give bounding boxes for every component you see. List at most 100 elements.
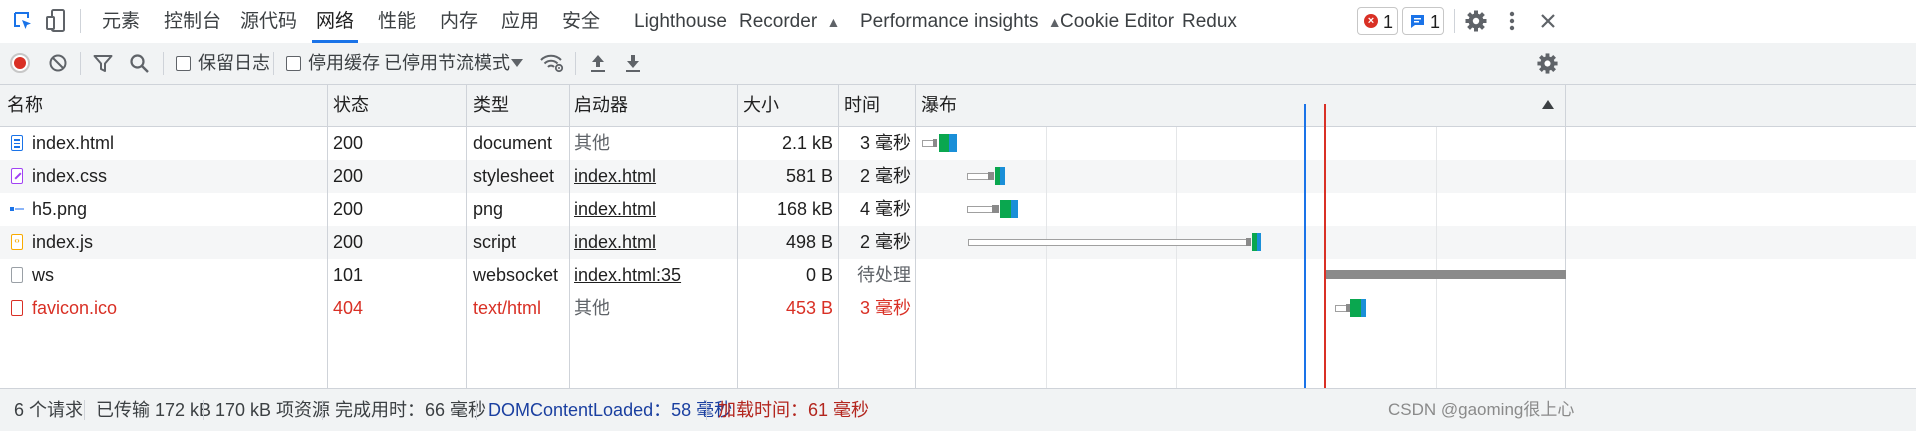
clear-icon[interactable]	[48, 53, 68, 73]
export-har-icon[interactable]	[624, 52, 642, 74]
request-table-header: 名称 状态 类型 启动器 大小 时间 瀑布	[0, 85, 1916, 127]
column-header-waterfall[interactable]: 瀑布	[921, 85, 957, 126]
tab-application[interactable]: 应用	[501, 0, 539, 43]
tab-performance-insights-label: Performance insights	[860, 11, 1039, 32]
request-size: 2.1 kB	[781, 133, 833, 153]
column-divider[interactable]	[327, 85, 328, 388]
request-size: 498 B	[785, 232, 833, 252]
waterfall-gridline	[1436, 127, 1437, 388]
chevron-down-icon[interactable]	[511, 59, 523, 67]
column-header-initiator[interactable]: 启动器	[574, 85, 628, 126]
websocket-icon	[11, 267, 23, 283]
separator	[163, 52, 164, 75]
table-row[interactable]: favicon.ico 404 text/html 其他 453 B 3 毫秒	[0, 292, 1916, 325]
network-settings-gear-icon[interactable]	[1536, 52, 1559, 75]
request-initiator-link[interactable]: index.html	[574, 226, 656, 259]
import-har-icon[interactable]	[589, 52, 607, 74]
devtools-tab-bar: 元素 控制台 源代码 网络 性能 内存 应用 安全 Lighthouse Rec…	[0, 0, 1916, 44]
disable-cache-checkbox[interactable]	[286, 56, 301, 71]
request-name: index.js	[32, 232, 94, 252]
device-toolbar-icon[interactable]	[45, 8, 67, 34]
request-name: h5.png	[32, 199, 88, 219]
document-icon	[11, 135, 23, 151]
tab-sources[interactable]: 源代码	[240, 0, 297, 43]
settings-gear-icon[interactable]	[1464, 9, 1488, 33]
request-status: 101	[333, 265, 364, 285]
waterfall-bar-ttfb	[1000, 200, 1011, 218]
separator	[84, 400, 85, 420]
column-header-type[interactable]: 类型	[473, 85, 509, 126]
waterfall-bar-download	[1257, 233, 1261, 251]
column-divider[interactable]	[838, 85, 839, 388]
filter-icon[interactable]	[93, 54, 113, 73]
throttling-select[interactable]: 已停用节流模式	[384, 43, 510, 84]
waterfall-bar-queueing	[1246, 238, 1251, 246]
request-status: 404	[333, 298, 364, 318]
column-divider[interactable]	[915, 85, 916, 388]
request-time: 3 毫秒	[859, 298, 911, 318]
separator	[322, 400, 323, 420]
column-header-time[interactable]: 时间	[844, 85, 880, 126]
request-initiator-link[interactable]: index.html	[574, 193, 656, 226]
waterfall-gridline	[1046, 127, 1047, 388]
error-count: 1	[1383, 12, 1394, 32]
inspect-element-icon[interactable]	[11, 9, 35, 33]
more-options-icon[interactable]	[1506, 9, 1518, 33]
close-icon[interactable]	[1538, 11, 1558, 31]
request-initiator-link[interactable]: index.html	[574, 160, 656, 193]
column-divider[interactable]	[466, 85, 467, 388]
table-row[interactable]: ws 101 websocket index.html:35 0 B 待处理	[0, 259, 1916, 292]
tab-performance-insights[interactable]: Performance insights ▲	[860, 0, 1062, 43]
request-time: 待处理	[857, 265, 911, 285]
record-button[interactable]	[10, 53, 30, 73]
error-count-badge[interactable]: × 1	[1357, 7, 1398, 35]
column-divider[interactable]	[737, 85, 738, 388]
image-icon	[10, 207, 24, 211]
request-status: 200	[333, 199, 364, 219]
preserve-log-label[interactable]: 保留日志	[198, 43, 270, 84]
column-divider[interactable]	[569, 85, 570, 388]
table-row[interactable]: h5.png 200 png index.html 168 kB 4 毫秒	[0, 193, 1916, 226]
table-row[interactable]: index.css 200 stylesheet index.html 581 …	[0, 160, 1916, 193]
request-name: index.html	[32, 133, 115, 153]
request-status: 200	[333, 232, 364, 252]
transferred-size: 已传输 172 kB	[96, 400, 212, 420]
tab-cookie-editor[interactable]: Cookie Editor	[1060, 0, 1174, 43]
column-divider	[1565, 85, 1566, 388]
load-time: 加载时间：61 毫秒	[718, 400, 870, 420]
table-row[interactable]: ‹› index.js 200 script index.html 498 B …	[0, 226, 1916, 259]
tab-memory[interactable]: 内存	[440, 0, 478, 43]
request-count: 6 个请求	[14, 400, 84, 420]
request-initiator-link[interactable]: index.html:35	[574, 259, 681, 292]
column-header-size[interactable]: 大小	[743, 85, 779, 126]
error-file-icon	[11, 300, 23, 316]
message-count-badge[interactable]: 1	[1402, 7, 1444, 35]
waterfall-bar-queueing	[988, 172, 994, 180]
search-icon[interactable]	[129, 53, 150, 74]
tab-redux[interactable]: Redux	[1182, 0, 1237, 43]
table-row[interactable]: index.html 200 document 其他 2.1 kB 3 毫秒	[0, 127, 1916, 160]
column-header-status[interactable]: 状态	[333, 85, 369, 126]
script-icon: ‹›	[11, 234, 23, 250]
network-conditions-icon[interactable]	[540, 53, 564, 73]
tab-elements[interactable]: 元素	[102, 0, 140, 43]
waterfall-bar-ttfb	[1350, 299, 1361, 317]
tab-recorder[interactable]: Recorder ▲	[739, 0, 840, 43]
request-size: 0 B	[805, 265, 833, 285]
tab-performance[interactable]: 性能	[378, 0, 416, 43]
request-time: 4 毫秒	[859, 199, 911, 219]
tab-console[interactable]: 控制台	[164, 0, 221, 43]
sort-ascending-icon[interactable]	[1542, 100, 1554, 109]
tab-recorder-label: Recorder	[739, 11, 818, 32]
dom-content-loaded-time: DOMContentLoaded：58 毫秒	[488, 400, 733, 420]
tab-lighthouse[interactable]: Lighthouse	[634, 0, 727, 43]
preserve-log-checkbox[interactable]	[176, 56, 191, 71]
disable-cache-label[interactable]: 停用缓存	[308, 43, 380, 84]
request-size: 581 B	[785, 166, 833, 186]
tab-security[interactable]: 安全	[562, 0, 600, 43]
column-header-name[interactable]: 名称	[7, 85, 43, 126]
request-initiator: 其他	[574, 133, 610, 153]
request-name: favicon.ico	[32, 298, 118, 318]
stylesheet-icon	[11, 168, 23, 184]
tab-network[interactable]: 网络	[311, 0, 359, 43]
